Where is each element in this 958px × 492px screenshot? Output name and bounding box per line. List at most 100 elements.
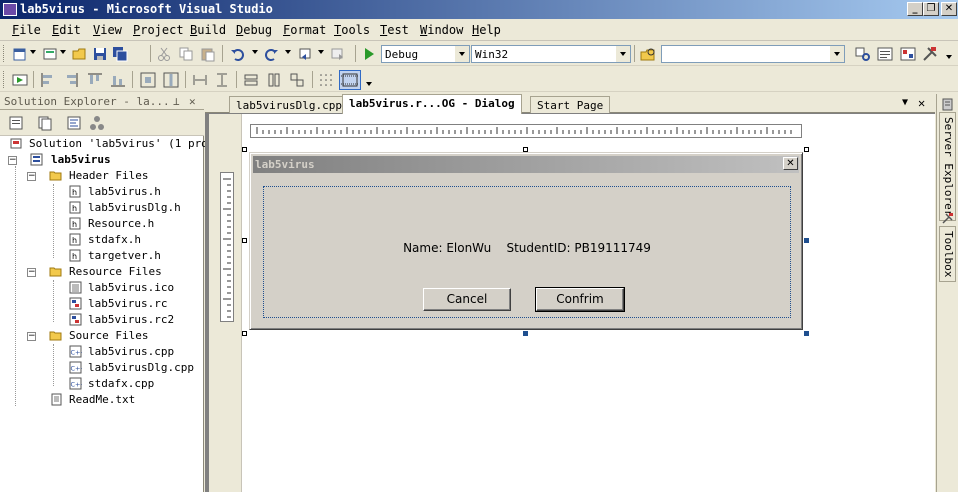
designed-dialog[interactable]: lab5virus ✕ Name: ElonWu StudentID: PB19… [249, 152, 803, 330]
window-title: lab5virus - Microsoft Visual Studio [20, 2, 273, 16]
menu-window[interactable]: Window [420, 23, 463, 37]
new-project-icon[interactable] [12, 46, 28, 62]
save-icon[interactable] [92, 46, 108, 62]
align-lefts-icon[interactable] [40, 72, 56, 88]
add-item-dropdown-icon[interactable] [60, 50, 66, 54]
menu-project[interactable]: Project [133, 23, 184, 37]
class-view-icon[interactable] [89, 115, 105, 131]
tab-lab5virusdlg-cpp[interactable]: lab5virusDlg.cpp [229, 96, 349, 113]
toggle-grid-icon[interactable] [318, 72, 334, 88]
minimize-button[interactable]: _ [907, 2, 923, 16]
selection-handle[interactable] [804, 238, 809, 243]
chevron-down-icon[interactable] [830, 46, 844, 62]
server-explorer-icon[interactable] [941, 98, 954, 111]
selection-handle[interactable] [242, 147, 247, 152]
collapse-icon[interactable]: − [27, 172, 36, 181]
show-all-files-icon[interactable] [37, 115, 53, 131]
save-all-icon[interactable] [112, 46, 128, 62]
center-vertical-icon[interactable] [140, 72, 156, 88]
new-project-dropdown-icon[interactable] [30, 50, 36, 54]
undo-icon[interactable] [230, 46, 246, 62]
menu-build[interactable]: Build [190, 23, 226, 37]
close-button[interactable]: ✕ [941, 2, 957, 16]
navigate-backward-icon[interactable] [298, 46, 314, 62]
restore-button[interactable]: ❐ [923, 2, 939, 16]
selection-handle[interactable] [804, 331, 809, 336]
redo-icon[interactable] [263, 46, 279, 62]
toolbar-grip[interactable] [3, 71, 6, 88]
chevron-down-icon[interactable] [455, 46, 469, 62]
copy-icon[interactable] [178, 46, 194, 62]
menu-view[interactable]: View [93, 23, 122, 37]
collapse-icon[interactable]: − [8, 156, 17, 165]
toolbar-grip[interactable] [3, 45, 6, 62]
chevron-down-icon[interactable] [616, 46, 630, 62]
selection-handle[interactable] [242, 331, 247, 336]
header-file-icon: h [69, 233, 81, 246]
vertical-ruler[interactable] [220, 172, 234, 322]
pin-icon[interactable]: ⊥ [173, 95, 180, 108]
solution-explorer-icon[interactable] [855, 46, 871, 62]
find-in-files-icon[interactable] [640, 46, 656, 62]
align-bottoms-icon[interactable] [110, 72, 126, 88]
menu-tools[interactable]: Tools [334, 23, 370, 37]
find-combo[interactable] [661, 45, 845, 63]
center-horizontal-icon[interactable] [163, 72, 179, 88]
test-dialog-icon[interactable] [12, 72, 28, 88]
paste-icon[interactable] [200, 46, 216, 62]
menu-debug[interactable]: Debug [236, 23, 272, 37]
space-down-icon[interactable] [214, 72, 230, 88]
navigate-forward-icon[interactable] [330, 46, 346, 62]
align-tops-icon[interactable] [87, 72, 103, 88]
make-same-size-icon[interactable] [289, 72, 305, 88]
selection-handle[interactable] [523, 331, 528, 336]
dialog-title-bar[interactable]: lab5virus [253, 156, 799, 173]
title-bar[interactable]: lab5virus - Microsoft Visual Studio _ ❐ … [0, 0, 958, 19]
undo-dropdown-icon[interactable] [252, 50, 258, 54]
toolbox-icon[interactable] [922, 46, 938, 62]
tab-toolbox[interactable]: Toolbox [939, 226, 956, 283]
selection-handle[interactable] [242, 238, 247, 243]
toolbar-options-dropdown-icon[interactable] [946, 55, 952, 59]
confirm-button[interactable]: Confrim [535, 287, 625, 312]
configuration-select[interactable]: Debug [381, 45, 470, 63]
tab-server-explorer[interactable]: Server Explorer [939, 112, 956, 222]
solution-explorer-header[interactable]: Solution Explorer - la... ⊥ ✕ [0, 94, 204, 110]
space-across-icon[interactable] [192, 72, 208, 88]
make-same-height-icon[interactable] [266, 72, 282, 88]
navigate-dropdown-icon[interactable] [318, 50, 324, 54]
horizontal-ruler[interactable] [250, 124, 802, 138]
cancel-button[interactable]: Cancel [423, 288, 511, 311]
close-document-icon[interactable]: ✕ [918, 96, 925, 110]
toggle-guides-button[interactable] [339, 70, 361, 90]
collapse-icon[interactable]: − [27, 268, 36, 277]
properties-window-icon[interactable] [877, 46, 893, 62]
view-code-icon[interactable] [66, 115, 82, 131]
platform-select[interactable]: Win32 [471, 45, 631, 63]
tab-start-page[interactable]: Start Page [530, 96, 611, 113]
menu-help[interactable]: Help [472, 23, 501, 37]
dialog-close-button[interactable]: ✕ [783, 157, 798, 170]
properties-icon[interactable] [8, 115, 24, 131]
make-same-width-icon[interactable] [243, 72, 259, 88]
start-debugging-icon[interactable] [361, 46, 377, 62]
open-file-icon[interactable] [72, 46, 88, 62]
menu-edit[interactable]: Edit [52, 23, 81, 37]
redo-dropdown-icon[interactable] [285, 50, 291, 54]
add-item-icon[interactable] [42, 46, 58, 62]
toggle-guides-icon [341, 73, 359, 87]
selection-handle[interactable] [804, 147, 809, 152]
cut-icon[interactable] [156, 46, 172, 62]
solution-explorer-close-icon[interactable]: ✕ [189, 95, 196, 108]
collapse-icon[interactable]: − [27, 332, 36, 341]
align-rights-icon[interactable] [63, 72, 79, 88]
toolbox-tab-icon[interactable] [941, 212, 954, 225]
name-student-id-label[interactable]: Name: ElonWu StudentID: PB19111749 [250, 241, 804, 255]
layout-toolbar-options-dropdown-icon[interactable] [366, 82, 372, 86]
object-browser-icon[interactable] [900, 46, 916, 62]
menu-format[interactable]: Format [283, 23, 326, 37]
menu-file[interactable]: File [12, 23, 41, 37]
menu-test[interactable]: Test [380, 23, 409, 37]
tab-dialog-resource[interactable]: lab5virus.r...OG - Dialog [342, 94, 522, 114]
active-files-dropdown-icon[interactable]: ▼ [902, 97, 908, 108]
